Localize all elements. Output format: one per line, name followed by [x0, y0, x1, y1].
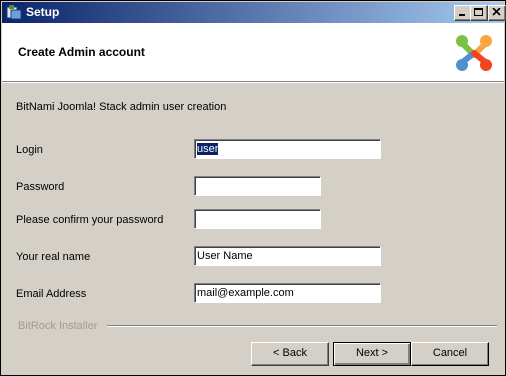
email-label: Email Address — [16, 288, 87, 300]
title-bar[interactable]: Setup — [2, 2, 506, 23]
maximize-button[interactable] — [470, 5, 488, 21]
joomla-logo-icon — [456, 35, 492, 71]
password-field[interactable] — [194, 176, 321, 196]
footer-separator — [107, 325, 497, 327]
confirm-password-field[interactable] — [194, 209, 321, 229]
page-title: Create Admin account — [18, 45, 145, 59]
installer-brand: BitRock Installer — [18, 320, 98, 332]
real-name-value: User Name — [197, 250, 253, 262]
setup-app-icon — [6, 5, 22, 20]
login-value: user — [197, 143, 219, 155]
real-name-field[interactable]: User Name — [194, 246, 381, 266]
next-button[interactable]: Next > — [333, 342, 411, 366]
login-field[interactable]: user — [194, 139, 381, 159]
confirm-password-label: Please confirm your password — [16, 214, 164, 226]
maximize-icon — [474, 8, 483, 16]
login-label: Login — [16, 144, 43, 156]
email-value: mail@example.com — [197, 287, 294, 299]
password-label: Password — [16, 181, 65, 193]
cancel-button[interactable]: Cancel — [411, 342, 489, 366]
wizard-header: Create Admin account — [2, 23, 504, 82]
form-subtitle: BitNami Joomla! Stack admin user creatio… — [16, 101, 227, 113]
minimize-icon — [459, 14, 465, 16]
real-name-label: Your real name — [16, 251, 91, 263]
back-button[interactable]: < Back — [251, 342, 329, 366]
email-field[interactable]: mail@example.com — [194, 283, 381, 303]
close-button[interactable] — [488, 5, 506, 21]
setup-window: Setup Create Admin account BitNami Jooml… — [0, 0, 506, 376]
close-icon — [492, 8, 501, 16]
header-divider — [2, 82, 504, 83]
window-title: Setup — [26, 5, 60, 19]
